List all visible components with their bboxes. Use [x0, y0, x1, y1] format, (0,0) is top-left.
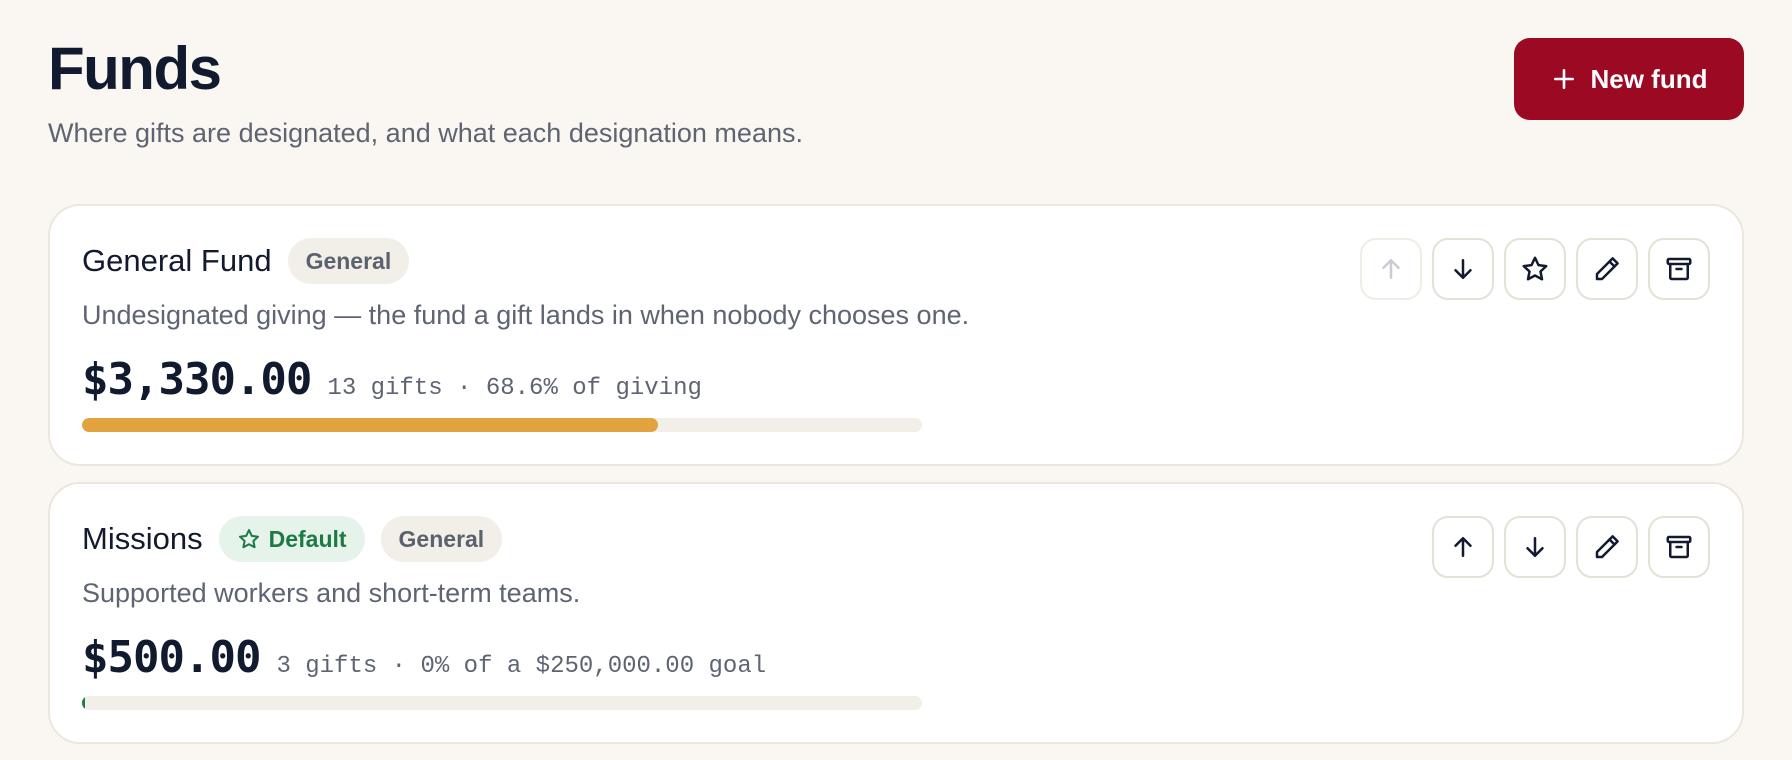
fund-description: Supported workers and short-term teams.	[82, 578, 581, 608]
fund-actions	[1360, 238, 1710, 300]
arrow-down-icon	[1454, 259, 1472, 279]
new-fund-button[interactable]: New fund	[1514, 38, 1744, 120]
fund-amount-row: $3,330.00 13 gifts · 68.6% of giving	[82, 354, 702, 405]
page-subtitle: Where gifts are designated, and what eac…	[48, 118, 803, 148]
pencil-icon	[1595, 535, 1619, 559]
archive-icon	[1666, 257, 1692, 281]
page-title: Funds	[48, 35, 222, 102]
fund-amount: $500.00	[82, 632, 261, 683]
fund-description: Undesignated giving — the fund a gift la…	[82, 300, 970, 330]
fund-name: General Fund	[82, 243, 272, 278]
category-tag: General	[380, 516, 503, 562]
fund-actions	[1432, 516, 1710, 578]
fund-card: Missions Default General Supported worke…	[48, 482, 1744, 744]
arrow-up-icon	[1382, 259, 1400, 279]
fund-progress-fill	[82, 418, 659, 432]
fund-name: Missions	[82, 521, 203, 556]
category-tag: General	[287, 238, 410, 284]
default-badge-label: Default	[268, 525, 347, 552]
star-icon	[1522, 256, 1548, 281]
archive-button[interactable]	[1648, 238, 1710, 300]
page-header: Funds Where gifts are designated, and wh…	[48, 34, 803, 150]
fund-amount-row: $500.00 3 gifts · 0% of a $250,000.00 go…	[82, 632, 766, 683]
move-down-button[interactable]	[1504, 516, 1566, 578]
fund-title-row: Missions Default General	[82, 516, 503, 562]
archive-button[interactable]	[1648, 516, 1710, 578]
move-up-button[interactable]	[1360, 238, 1422, 300]
fund-progress-fill	[82, 696, 85, 710]
new-fund-label: New fund	[1590, 63, 1708, 94]
fund-meta: 3 gifts · 0% of a $250,000.00 goal	[276, 653, 767, 680]
default-badge: Default	[218, 516, 365, 562]
fund-card: General Fund General Undesignated giving…	[48, 204, 1744, 466]
plus-icon	[1551, 66, 1577, 92]
fund-amount: $3,330.00	[82, 354, 312, 405]
fund-meta: 13 gifts · 68.6% of giving	[327, 375, 702, 402]
fund-progress-bar	[82, 696, 922, 710]
archive-icon	[1666, 535, 1692, 559]
set-default-button[interactable]	[1504, 238, 1566, 300]
fund-progress-bar	[82, 418, 922, 432]
edit-button[interactable]	[1576, 516, 1638, 578]
star-icon	[238, 529, 259, 549]
arrow-down-icon	[1526, 537, 1544, 557]
move-up-button[interactable]	[1432, 516, 1494, 578]
arrow-up-icon	[1454, 537, 1472, 557]
fund-title-row: General Fund General	[82, 238, 410, 284]
move-down-button[interactable]	[1432, 238, 1494, 300]
edit-button[interactable]	[1576, 238, 1638, 300]
pencil-icon	[1595, 257, 1619, 281]
